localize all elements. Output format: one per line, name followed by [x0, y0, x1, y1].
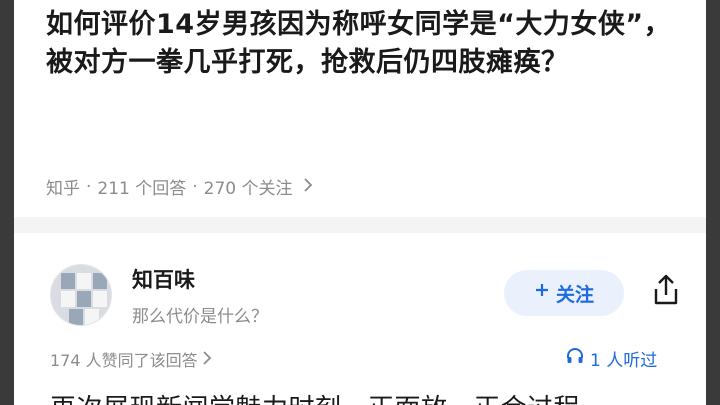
- zhihu-answer-page: 如何评价14岁男孩因为称呼女同学是“大力女侠”，被对方一拳几乎打死，抢救后仍四肢…: [14, 0, 706, 405]
- chevron-right-icon: [303, 177, 313, 196]
- like-stats[interactable]: 174 人赞同了该回答: [50, 347, 212, 371]
- avatar[interactable]: [50, 264, 112, 326]
- avatar-pattern: [61, 273, 75, 289]
- avatar-pattern: [93, 291, 107, 307]
- listen-label: 1 人听过: [590, 351, 658, 371]
- question-meta[interactable]: 知乎 · 211 个回答 · 270 个关注: [46, 174, 313, 199]
- follow-button[interactable]: 关注: [504, 270, 624, 316]
- follow-label: 关注: [555, 284, 594, 306]
- listen-count[interactable]: 1 人听过: [566, 346, 657, 371]
- avatar-pattern: [69, 309, 83, 325]
- separator-dot: ·: [192, 176, 198, 197]
- share-button[interactable]: [646, 272, 686, 312]
- avatar-pattern: [77, 291, 91, 307]
- follower-count: 270 个关注: [203, 179, 293, 199]
- avatar-pattern: [93, 273, 107, 289]
- question-header: 如何评价14岁男孩因为称呼女同学是“大力女侠”，被对方一拳几乎打死，抢救后仍四肢…: [46, 6, 686, 82]
- share-icon: [651, 273, 681, 311]
- right-frame-edge: [706, 0, 720, 405]
- chevron-right-icon: [202, 350, 212, 369]
- section-divider: [14, 217, 706, 233]
- left-frame-edge: [0, 0, 14, 405]
- answer-count: 211 个回答: [97, 179, 187, 199]
- avatar-pattern: [61, 291, 75, 307]
- author-bio: 那么代价是什么？: [132, 307, 268, 327]
- avatar-pattern: [77, 273, 91, 289]
- answer-preview[interactable]: 再次展现新闻学魅力时刻，正面放，正合过程: [50, 388, 580, 405]
- source-label: 知乎: [46, 179, 80, 199]
- author-name[interactable]: 知百味: [132, 264, 195, 294]
- like-count: 174 人赞同了该回答: [50, 351, 198, 370]
- answer-author-row: 知百味 那么代价是什么？ 关注: [50, 258, 690, 338]
- plus-icon: [534, 282, 550, 304]
- headphones-icon: [566, 347, 584, 370]
- avatar-pattern: [85, 309, 99, 325]
- question-title[interactable]: 如何评价14岁男孩因为称呼女同学是“大力女侠”，被对方一拳几乎打死，抢救后仍四肢…: [46, 6, 686, 82]
- separator-dot: ·: [86, 176, 92, 197]
